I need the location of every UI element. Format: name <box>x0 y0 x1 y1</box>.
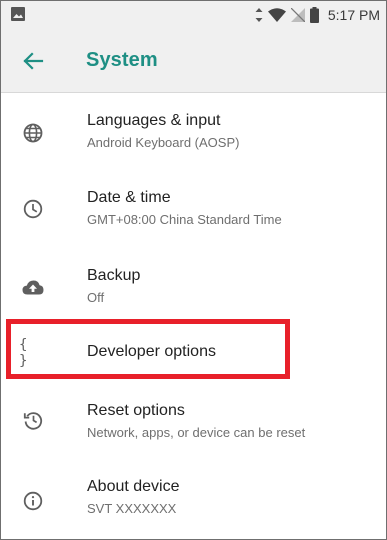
battery-icon <box>309 7 319 23</box>
setting-title: About device <box>87 478 180 495</box>
setting-subtitle: Off <box>87 290 105 305</box>
setting-item-reset-options[interactable]: Reset options Network, apps, or device c… <box>1 385 386 459</box>
setting-item-date-time[interactable]: Date & time GMT+08:00 China Standard Tim… <box>1 171 386 249</box>
no-sim-icon <box>290 8 305 22</box>
setting-item-backup[interactable]: Backup Off <box>1 249 386 323</box>
clock-icon <box>21 197 45 221</box>
setting-item-about-device[interactable]: About device SVT XXXXXXX <box>1 459 386 537</box>
setting-subtitle: GMT+08:00 China Standard Time <box>87 212 282 227</box>
status-icons: 5:17 PM <box>255 5 380 25</box>
arrow-back-icon[interactable] <box>22 50 44 72</box>
status-time: 5:17 PM <box>327 7 380 23</box>
setting-subtitle: Android Keyboard (AOSP) <box>87 135 240 150</box>
info-icon <box>21 489 45 513</box>
setting-item-languages[interactable]: Languages & input Android Keyboard (AOSP… <box>1 93 386 165</box>
app-bar: System <box>1 30 386 93</box>
setting-title: Date & time <box>87 189 171 206</box>
setting-title: Backup <box>87 267 141 284</box>
braces-icon-glyph: { } <box>19 337 29 369</box>
page-title: System <box>86 49 158 71</box>
setting-title: Reset options <box>87 402 185 419</box>
setting-subtitle: SVT XXXXXXX <box>87 501 177 516</box>
data-arrows-icon <box>255 8 263 22</box>
wifi-icon <box>267 8 286 22</box>
cloud-upload-icon <box>21 275 45 299</box>
globe-icon <box>21 121 45 145</box>
setting-subtitle: Network, apps, or device can be reset <box>87 425 306 440</box>
braces-icon: { } <box>19 337 47 369</box>
setting-item-developer-options[interactable]: { } Developer options <box>1 323 386 381</box>
setting-title: Developer options <box>87 343 216 360</box>
history-icon <box>21 408 45 432</box>
status-bar: 5:17 PM <box>1 1 386 30</box>
screen-frame: 5:17 PM System Languages & input Android… <box>0 0 387 540</box>
setting-title: Languages & input <box>87 112 221 129</box>
image-icon <box>11 7 25 21</box>
